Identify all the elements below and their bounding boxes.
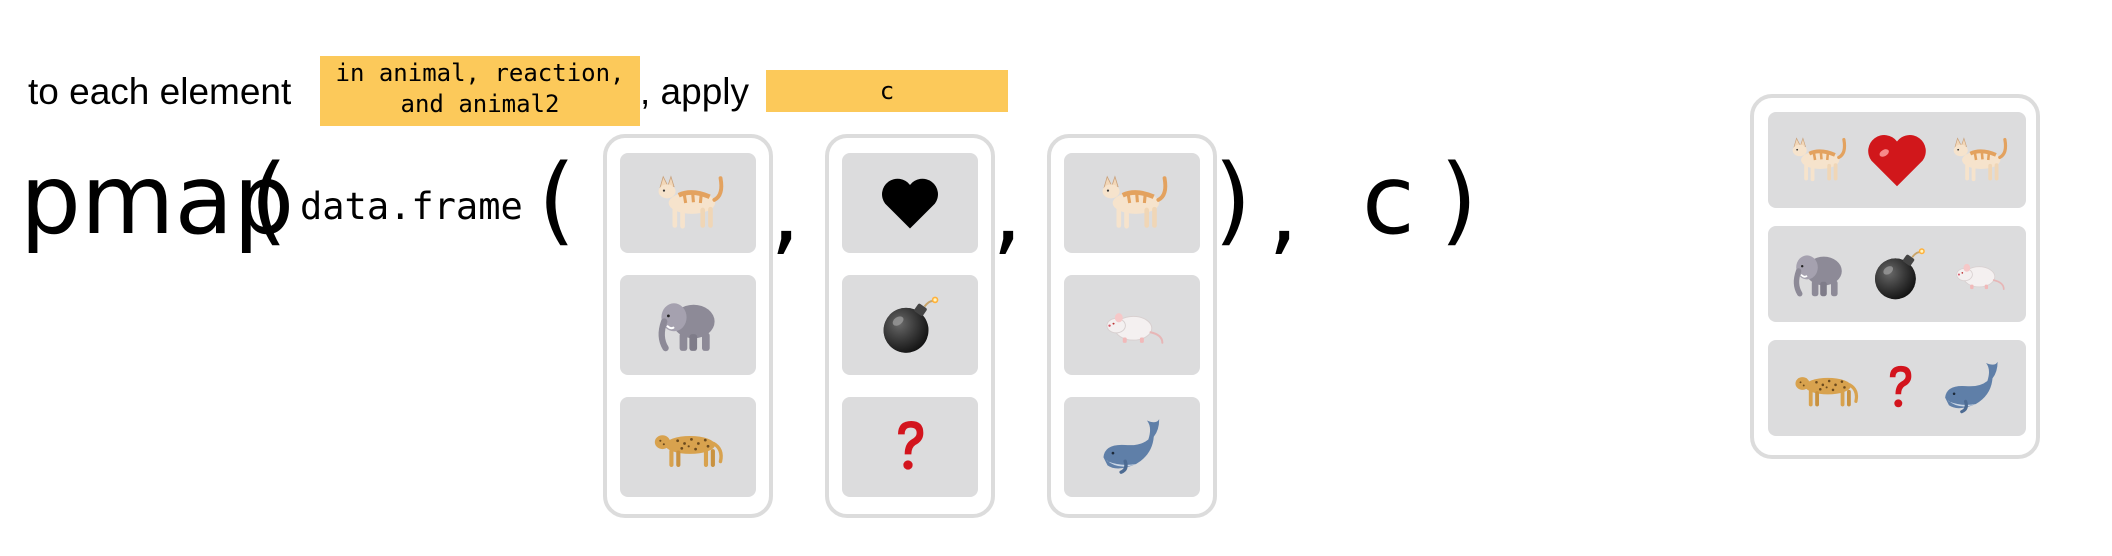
bomb-icon [1869, 244, 1929, 304]
open-paren: ( [250, 144, 288, 256]
close-paren: ) [1214, 144, 1252, 256]
bomb-icon [877, 292, 943, 358]
comma-1: , [770, 154, 801, 266]
elephant-icon [1789, 245, 1849, 303]
column-cell [1064, 397, 1200, 497]
output-row [1768, 340, 2026, 436]
column-cell [842, 397, 978, 497]
cat-icon [1946, 134, 2010, 186]
open-paren-2: ( [538, 144, 576, 256]
column-cell [1064, 275, 1200, 375]
question-mark-icon [1883, 362, 1917, 414]
fn-argument-c: c [1362, 144, 1415, 256]
rat-icon [1099, 301, 1165, 349]
cat-icon [649, 172, 727, 234]
comma-2: , [992, 154, 1023, 266]
cat-icon [1093, 172, 1171, 234]
column-cell [620, 275, 756, 375]
highlight-function: c [766, 70, 1008, 112]
red-heart-icon [1865, 131, 1929, 189]
output-rows-container [1750, 94, 2040, 459]
column-cell [842, 153, 978, 253]
leopard-icon [650, 422, 726, 472]
cat-icon [1785, 134, 1849, 186]
leopard-icon [1791, 365, 1861, 411]
elephant-icon [653, 292, 723, 358]
instruction-middle: , apply [640, 71, 750, 112]
whale-icon [1098, 415, 1166, 479]
input-column-animal [603, 134, 773, 518]
highlight-arguments: in animal, reaction, and animal2 [320, 56, 640, 126]
instruction-prefix: to each element [28, 71, 292, 112]
column-cell [1064, 153, 1200, 253]
black-heart-icon [878, 175, 942, 231]
close-paren-2: ) [1440, 144, 1478, 256]
column-cell [620, 397, 756, 497]
comma-3: , [1268, 154, 1299, 266]
input-column-animal2 [1047, 134, 1217, 518]
data-frame-label: data.frame [300, 185, 523, 228]
column-cell [842, 275, 978, 375]
output-row [1768, 226, 2026, 322]
rat-icon [1950, 254, 2006, 294]
input-column-reaction [825, 134, 995, 518]
whale-icon [1940, 357, 2004, 419]
column-cell [620, 153, 756, 253]
output-row [1768, 112, 2026, 208]
question-mark-icon [890, 417, 930, 477]
